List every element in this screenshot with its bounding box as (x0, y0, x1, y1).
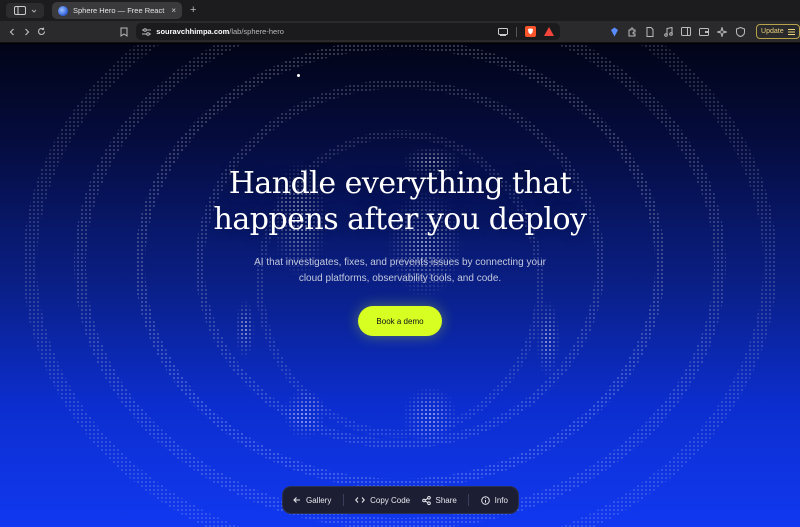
copy-code-button[interactable]: Copy Code (355, 496, 410, 505)
music-icon[interactable] (662, 26, 674, 38)
file-icon[interactable] (644, 26, 656, 38)
chevron-down-icon (31, 9, 36, 13)
browser-toolbar: souravchhimpa.com/lab/sphere-hero Update (0, 21, 800, 43)
chevron-left-icon (9, 28, 14, 35)
forward-button[interactable] (19, 24, 34, 40)
gallery-label: Gallery (306, 495, 332, 505)
divider (342, 494, 344, 506)
extension-toolbar: Update (608, 24, 800, 39)
tab-title: Sphere Hero — Free React Co (73, 6, 167, 15)
copy-code-label: Copy Code (370, 495, 411, 505)
subtext-line-2: cloud platforms, observability tools, an… (298, 273, 502, 284)
sphere-favicon-icon (58, 5, 68, 16)
tab-close-icon[interactable]: × (171, 6, 176, 15)
brave-rewards-icon[interactable] (544, 27, 555, 36)
reload-button[interactable] (34, 24, 49, 40)
chevron-right-icon (24, 28, 29, 35)
leo-ai-icon[interactable] (716, 26, 728, 38)
tab-active[interactable]: Sphere Hero — Free React Co × (52, 2, 182, 19)
site-settings-icon[interactable] (142, 27, 152, 36)
wallet-extension-icon[interactable] (608, 26, 620, 38)
cast-icon[interactable] (498, 27, 509, 36)
sidebar-icon (13, 6, 26, 15)
headline-line-1: Handle everything that (228, 166, 572, 201)
new-tab-button[interactable]: + (190, 5, 196, 16)
update-button[interactable]: Update (756, 24, 800, 39)
arrow-left-icon (293, 497, 300, 503)
hero-subtext: AI that investigates, fixes, and prevent… (0, 255, 800, 287)
back-button[interactable] (4, 24, 19, 40)
hero-headline: Handle everything that happens after you… (0, 166, 800, 238)
info-icon (480, 495, 490, 505)
url-path: /lab/sphere-hero (229, 27, 284, 36)
bottom-dock: Gallery Copy Code Share Info (282, 486, 519, 514)
url-domain: souravchhimpa.com (156, 27, 230, 36)
star-dot (297, 74, 300, 77)
share-button[interactable]: Share (421, 495, 457, 505)
vpn-shield-icon[interactable] (734, 26, 746, 38)
wallet-icon[interactable] (698, 26, 710, 38)
tab-overview-button[interactable] (6, 3, 44, 18)
divider (516, 26, 518, 37)
reload-icon (38, 27, 46, 35)
share-icon (421, 495, 431, 505)
info-label: Info (494, 495, 508, 505)
gallery-button[interactable]: Gallery (293, 496, 331, 505)
code-icon (355, 497, 366, 503)
brave-shields-icon[interactable] (525, 26, 537, 37)
divider (468, 494, 470, 506)
book-demo-button[interactable]: Book a demo (358, 306, 442, 336)
hero-section: Handle everything that happens after you… (0, 44, 800, 527)
menu-icon (788, 28, 796, 35)
tab-strip: Sphere Hero — Free React Co × + (0, 0, 800, 21)
headline-line-2: happens after you deploy (213, 202, 587, 237)
update-label: Update (761, 28, 784, 35)
bookmark-button[interactable] (117, 25, 130, 39)
sidebar-panel-icon[interactable] (680, 26, 692, 38)
bookmark-icon (120, 27, 128, 37)
subtext-line-1: AI that investigates, fixes, and prevent… (254, 257, 546, 268)
address-bar[interactable]: souravchhimpa.com/lab/sphere-hero (136, 23, 561, 40)
share-label: Share (435, 495, 457, 505)
extensions-puzzle-icon[interactable] (626, 26, 638, 38)
address-bar-icons (498, 26, 555, 37)
info-button[interactable]: Info (480, 495, 508, 505)
url-text: souravchhimpa.com/lab/sphere-hero (156, 27, 493, 36)
